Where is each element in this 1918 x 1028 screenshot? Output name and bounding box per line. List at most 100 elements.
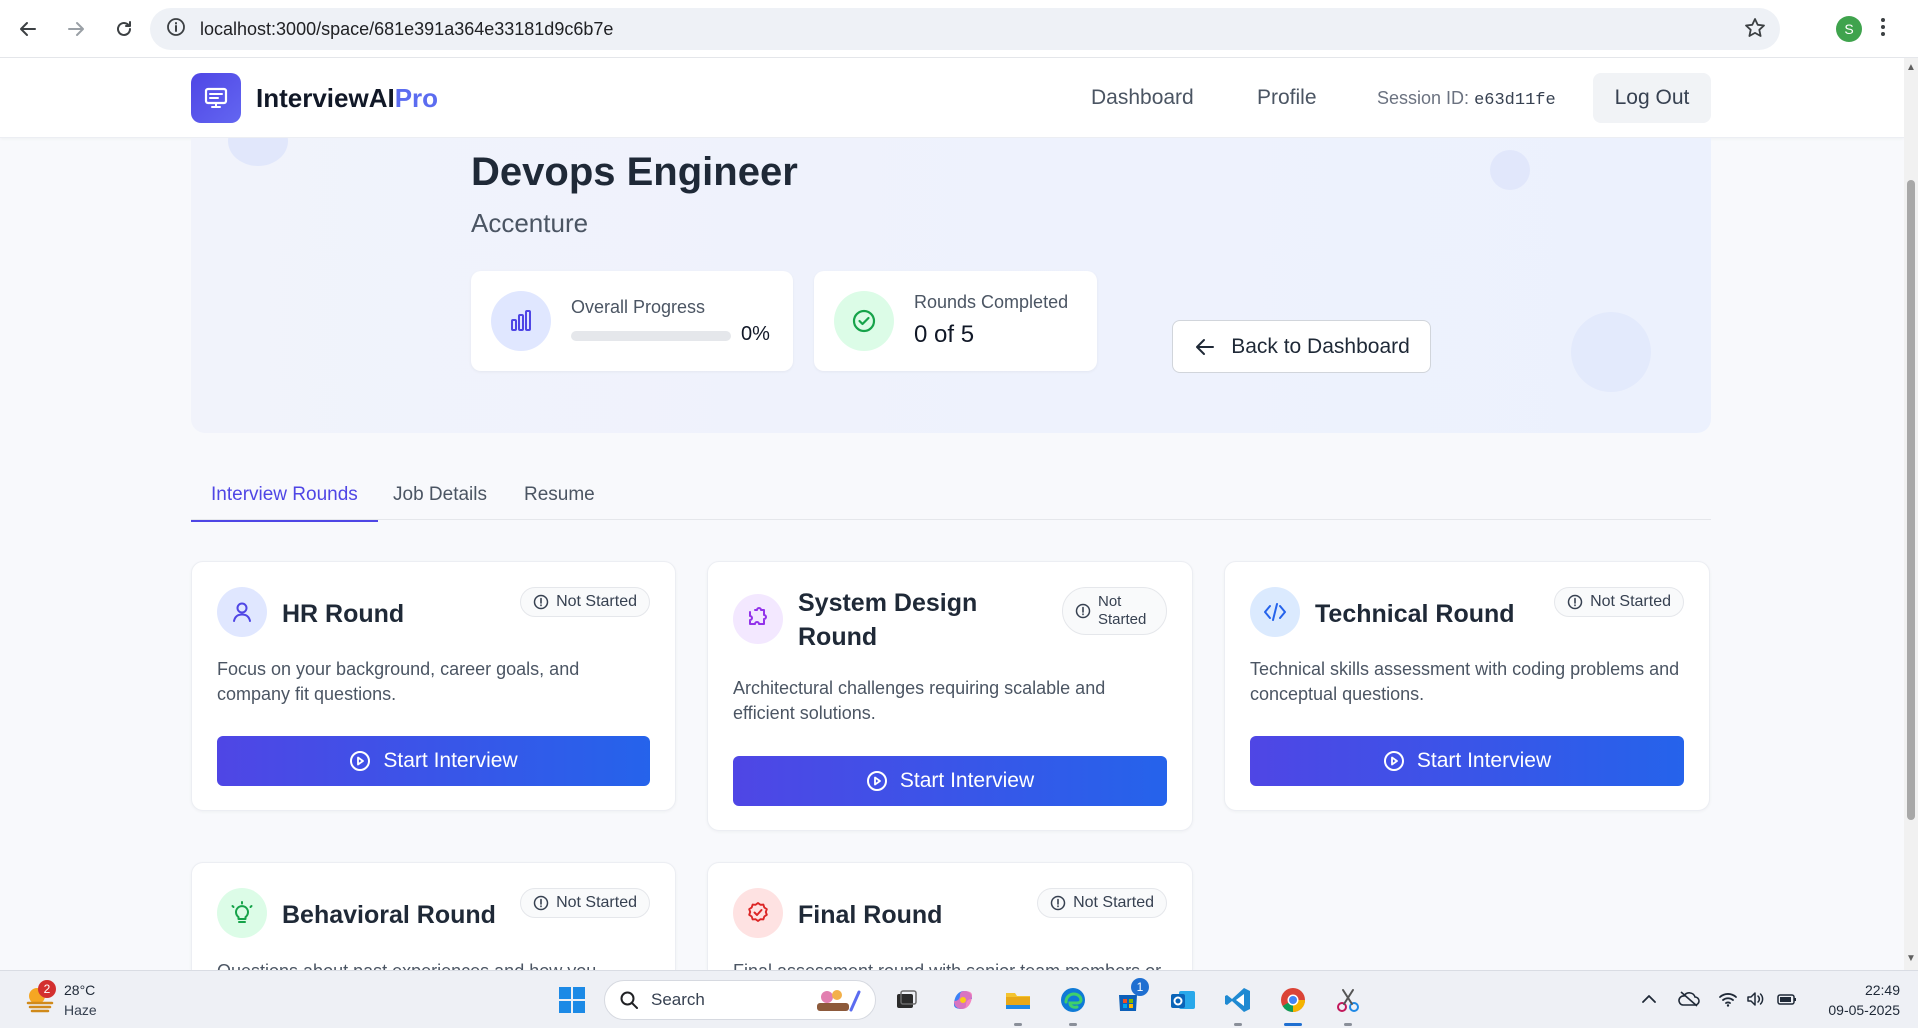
copilot-icon[interactable]: [946, 983, 980, 1017]
clock-time[interactable]: 22:49: [1820, 982, 1900, 998]
logout-button[interactable]: Log Out: [1593, 73, 1711, 123]
back-arrow-icon[interactable]: [6, 7, 50, 51]
logo-accent-text: Pro: [394, 83, 439, 113]
round-card-behavioral: Behavioral Round Not Started Questions a…: [191, 862, 676, 970]
url-text[interactable]: localhost:3000/space/681e391a364e33181d9…: [200, 19, 613, 40]
app-logo-text[interactable]: InterviewAIPro: [256, 83, 438, 114]
scroll-up-icon[interactable]: ▲: [1906, 63, 1916, 73]
round-description: Architectural challenges requiring scala…: [733, 678, 1106, 723]
scroll-thumb[interactable]: [1907, 180, 1915, 820]
company-name: Accenture: [471, 208, 589, 238]
progress-percent: 0%: [741, 323, 770, 345]
status-badge: Not Started: [1554, 587, 1684, 617]
status-badge: Not Started: [1037, 888, 1167, 918]
windows-start-icon[interactable]: [555, 983, 589, 1017]
search-highlight-icon: [805, 986, 863, 1021]
tab-resume[interactable]: Resume: [524, 484, 595, 520]
taskbar-search[interactable]: Search: [604, 980, 876, 1020]
store-badge: 1: [1131, 978, 1149, 996]
job-title: Devops Engineer: [471, 150, 798, 194]
outlook-icon[interactable]: [1166, 983, 1200, 1017]
play-circle-icon: [866, 771, 887, 791]
file-explorer-icon[interactable]: [1001, 983, 1035, 1017]
start-button-label: Start Interview: [383, 749, 518, 772]
round-description: Final assessment round with senior team …: [733, 959, 1167, 970]
start-interview-button[interactable]: Start Interview: [217, 736, 650, 786]
tab-bar: Interview Rounds Job Details Resume: [191, 470, 1711, 522]
volume-icon[interactable]: [1746, 990, 1766, 1013]
session-id-value: e63d11fe: [1474, 91, 1556, 110]
bookmark-star-icon[interactable]: [1744, 17, 1766, 44]
edge-browser-icon[interactable]: [1056, 983, 1090, 1017]
session-id: Session ID: e63d11fe: [1377, 88, 1556, 110]
profile-avatar[interactable]: S: [1836, 16, 1862, 42]
forward-arrow-icon[interactable]: [54, 7, 98, 51]
start-button-label: Start Interview: [1416, 749, 1552, 772]
decor-bubble: [1571, 312, 1651, 392]
start-interview-button[interactable]: Start Interview: [733, 756, 1167, 806]
browser-toolbar: localhost:3000/space/681e391a364e33181d9…: [0, 0, 1918, 58]
weather-description[interactable]: Haze: [64, 1002, 97, 1018]
play-circle-icon: [1383, 751, 1404, 771]
active-app-indicator: [1284, 1023, 1302, 1026]
check-circle-icon: [834, 291, 894, 351]
rounds-completed-card: Rounds Completed 0 of 5: [814, 271, 1097, 371]
clock-date[interactable]: 09-05-2025: [1810, 1002, 1900, 1018]
start-interview-button[interactable]: Start Interview: [1250, 736, 1684, 786]
nav-profile-link[interactable]: Profile: [1257, 86, 1317, 110]
task-view-icon[interactable]: [889, 983, 923, 1017]
address-bar[interactable]: localhost:3000/space/681e391a364e33181d9…: [150, 8, 1780, 50]
status-text: Not Started: [1098, 593, 1147, 628]
back-to-dashboard-button[interactable]: Back to Dashboard: [1172, 320, 1431, 373]
search-icon: [620, 991, 638, 1009]
chevron-up-icon[interactable]: [1640, 990, 1658, 1013]
badge-check-icon: [733, 888, 783, 938]
onedrive-offline-icon[interactable]: [1678, 990, 1700, 1013]
round-title: HR Round: [282, 600, 405, 628]
snipping-tool-icon[interactable]: [1331, 983, 1365, 1017]
rounds-label: Rounds Completed: [914, 292, 1069, 312]
lightbulb-icon: [217, 888, 267, 938]
round-description: Focus on your background, career goals, …: [217, 659, 580, 704]
round-card-system-design: System Design Round Not Started Architec…: [707, 561, 1193, 831]
overall-progress-card: Overall Progress 0%: [471, 271, 793, 371]
bar-chart-icon: [491, 291, 551, 351]
running-indicator: [1069, 1023, 1077, 1026]
vscode-icon[interactable]: [1221, 983, 1255, 1017]
monitor-logo-icon[interactable]: [191, 73, 241, 123]
wifi-icon[interactable]: [1718, 990, 1738, 1013]
puzzle-icon: [733, 594, 783, 644]
tab-interview-rounds[interactable]: Interview Rounds: [191, 484, 378, 522]
scroll-down-icon[interactable]: ▼: [1906, 954, 1916, 964]
battery-icon[interactable]: [1776, 990, 1798, 1013]
chrome-icon[interactable]: [1276, 983, 1310, 1017]
nav-dashboard-link[interactable]: Dashboard: [1091, 86, 1194, 110]
more-menu-icon[interactable]: [1880, 16, 1886, 43]
alert-circle-icon: [1050, 895, 1066, 911]
tab-job-details[interactable]: Job Details: [393, 484, 487, 520]
start-button-label: Start Interview: [899, 769, 1035, 792]
weather-temperature[interactable]: 28°C: [64, 982, 95, 998]
alert-circle-icon: [1075, 603, 1091, 619]
progress-label: Overall Progress: [571, 297, 706, 317]
decor-bubble: [228, 138, 288, 166]
alert-circle-icon: [533, 895, 549, 911]
search-placeholder: Search: [651, 990, 705, 1009]
reload-icon[interactable]: [102, 7, 146, 51]
progress-bar: [571, 331, 731, 341]
status-text: Not Started: [1073, 894, 1154, 911]
round-card-technical: Technical Round Not Started Technical sk…: [1224, 561, 1710, 811]
round-title: Behavioral Round: [282, 901, 496, 929]
status-text: Not Started: [556, 593, 637, 610]
page-scrollbar[interactable]: ▲ ▼: [1904, 58, 1918, 970]
status-badge: Not Started: [1062, 587, 1167, 635]
running-indicator: [1014, 1023, 1022, 1026]
rounds-value: 0 of 5: [914, 321, 975, 348]
round-title: Final Round: [798, 901, 943, 929]
app-header: InterviewAIPro Dashboard Profile Session…: [0, 58, 1904, 138]
alert-circle-icon: [1567, 594, 1583, 610]
running-indicator: [1234, 1023, 1242, 1026]
round-card-final: Final Round Not Started Final assessment…: [707, 862, 1193, 970]
site-info-icon[interactable]: [166, 17, 186, 42]
round-title: Technical Round: [1315, 600, 1515, 628]
